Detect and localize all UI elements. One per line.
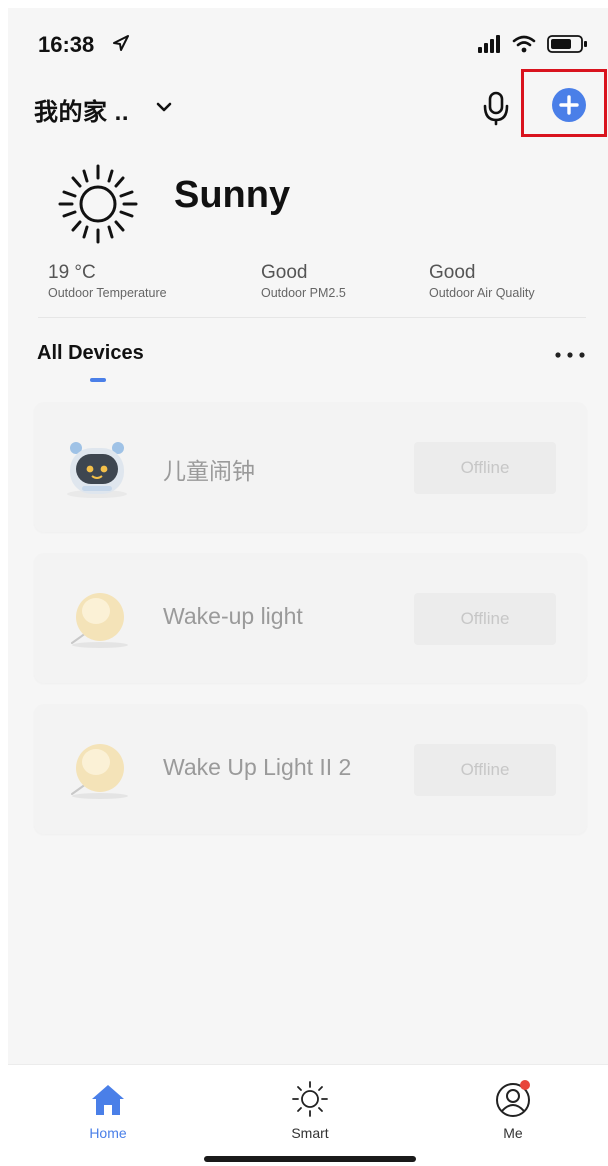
bottom-tab-bar: Home Smart Me [8,1064,608,1166]
location-arrow-icon [113,35,129,51]
home-header: 我的家 .. [8,69,608,144]
stat-value: 19 °C [48,262,96,283]
battery-icon [547,35,587,53]
stat-outdoor-air-quality: Good Outdoor Air Quality [429,262,535,300]
device-status-badge: Offline [414,593,556,645]
wifi-icon [512,35,536,53]
tab-all-devices[interactable]: All Devices [37,342,144,365]
status-time: 16:38 [38,32,95,57]
status-icons [478,35,587,53]
chevron-down-icon[interactable] [155,100,173,114]
microphone-icon[interactable] [478,88,514,128]
tab-smart[interactable]: Smart [250,1073,370,1143]
tab-home[interactable]: Home [48,1073,168,1143]
plus-icon [559,95,579,115]
stat-label: Outdoor Air Quality [429,286,535,300]
home-selector[interactable]: 我的家 .. [34,92,129,127]
stat-value: Good [429,262,476,283]
user-icon [496,1080,530,1117]
alarm-clock-device-icon [67,442,127,498]
device-status-badge: Offline [414,442,556,494]
active-tab-indicator [90,378,106,382]
divider [38,317,586,318]
sun-icon [292,1081,328,1117]
stat-label: Outdoor PM2.5 [261,286,346,300]
add-device-button[interactable] [552,88,586,122]
more-options-icon[interactable] [554,350,586,360]
stat-value: Good [261,262,308,283]
app-screen: 16:38 我的家 .. Sunny 19 °C Outdoor Tempera… [8,8,608,1166]
wake-up-light-device-icon [71,593,128,648]
signal-icon [478,35,500,53]
tab-me[interactable]: Me [453,1073,573,1143]
device-card[interactable]: Wake Up Light II 2 Offline [34,704,587,834]
tab-label: Smart [291,1125,329,1141]
device-status-badge: Offline [414,744,556,796]
status-bar: 16:38 [8,8,608,80]
notification-badge [520,1080,530,1090]
home-icon [92,1085,124,1115]
device-card[interactable]: 儿童闹钟 Offline [34,402,587,532]
device-name: Wake-up light [163,603,303,629]
stat-outdoor-temperature: 19 °C Outdoor Temperature [48,262,167,300]
home-indicator [204,1156,416,1162]
stat-outdoor-pm25: Good Outdoor PM2.5 [261,262,346,300]
device-name: Wake Up Light II 2 [163,754,352,780]
tab-label: Me [503,1125,523,1141]
weather-condition: Sunny [174,174,291,216]
stat-label: Outdoor Temperature [48,286,167,300]
device-card[interactable]: Wake-up light Offline [34,553,587,683]
tab-label: Home [89,1125,127,1141]
wake-up-light-device-icon [71,744,128,799]
device-name: 儿童闹钟 [163,458,255,484]
sun-icon [58,164,138,244]
